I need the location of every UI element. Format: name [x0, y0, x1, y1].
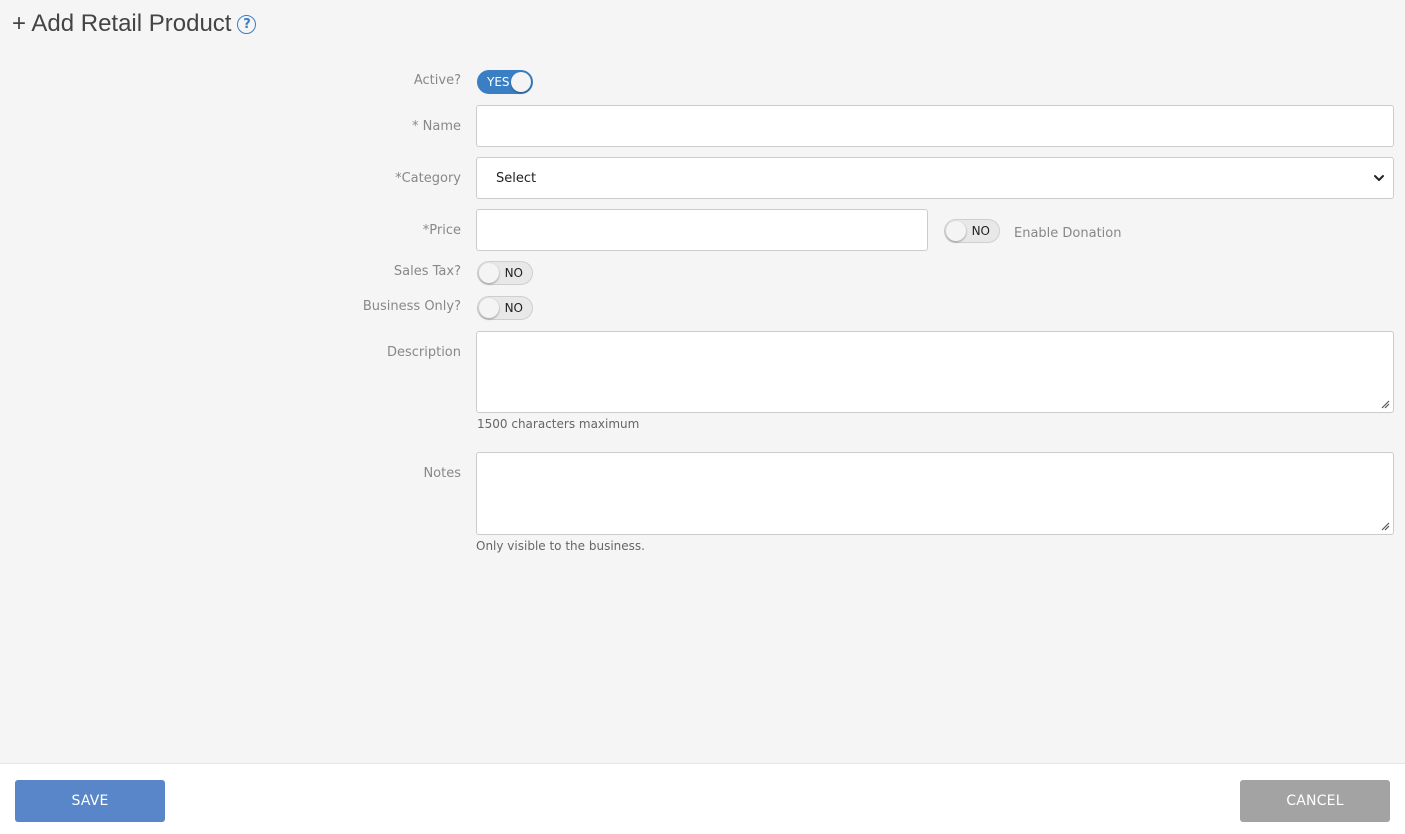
business-only-toggle-text: NO: [504, 301, 523, 315]
resize-grip-icon[interactable]: [1381, 522, 1390, 531]
toggle-knob: [946, 221, 966, 241]
price-label: *Price: [422, 223, 461, 238]
category-select[interactable]: Select: [476, 157, 1394, 199]
help-icon[interactable]: ?: [237, 14, 257, 34]
toggle-knob: [479, 263, 499, 283]
description-hint: 1500 characters maximum: [477, 417, 640, 431]
category-label: *Category: [395, 171, 461, 186]
sales-tax-label: Sales Tax?: [393, 264, 461, 279]
price-field-wrapper: [476, 209, 928, 251]
notes-textarea[interactable]: [477, 453, 1393, 534]
enable-donation-toggle[interactable]: NO: [944, 219, 1000, 243]
name-input[interactable]: [477, 106, 1393, 146]
business-only-label: Business Only?: [362, 299, 461, 314]
toggle-knob: [511, 72, 531, 92]
name-field-wrapper: [476, 105, 1394, 147]
page-header: + Add Retail Product ?: [12, 10, 257, 38]
sales-tax-toggle[interactable]: NO: [477, 261, 533, 285]
notes-hint: Only visible to the business.: [476, 539, 645, 553]
notes-label: Notes: [423, 466, 461, 481]
sales-tax-toggle-text: NO: [504, 266, 523, 280]
chevron-down-icon: [1374, 175, 1384, 181]
name-label: * Name: [412, 119, 461, 134]
description-field-wrapper: [476, 331, 1394, 413]
enable-donation-label: Enable Donation: [1014, 226, 1122, 241]
business-only-toggle[interactable]: NO: [477, 296, 533, 320]
enable-donation-toggle-text: NO: [971, 224, 990, 238]
active-toggle-text: YES: [487, 75, 510, 89]
footer-bar: SAVE CANCEL: [0, 763, 1405, 834]
toggle-knob: [479, 298, 499, 318]
active-toggle[interactable]: YES: [477, 70, 533, 94]
page-title: + Add Retail Product: [12, 10, 232, 37]
active-label: Active?: [413, 73, 461, 88]
category-selected-value: Select: [496, 170, 537, 186]
resize-grip-icon[interactable]: [1381, 400, 1390, 409]
notes-field-wrapper: [476, 452, 1394, 535]
price-input[interactable]: [477, 210, 927, 250]
save-button[interactable]: SAVE: [15, 780, 165, 822]
description-textarea[interactable]: [477, 332, 1393, 412]
description-label: Description: [386, 345, 461, 360]
cancel-button[interactable]: CANCEL: [1240, 780, 1390, 822]
